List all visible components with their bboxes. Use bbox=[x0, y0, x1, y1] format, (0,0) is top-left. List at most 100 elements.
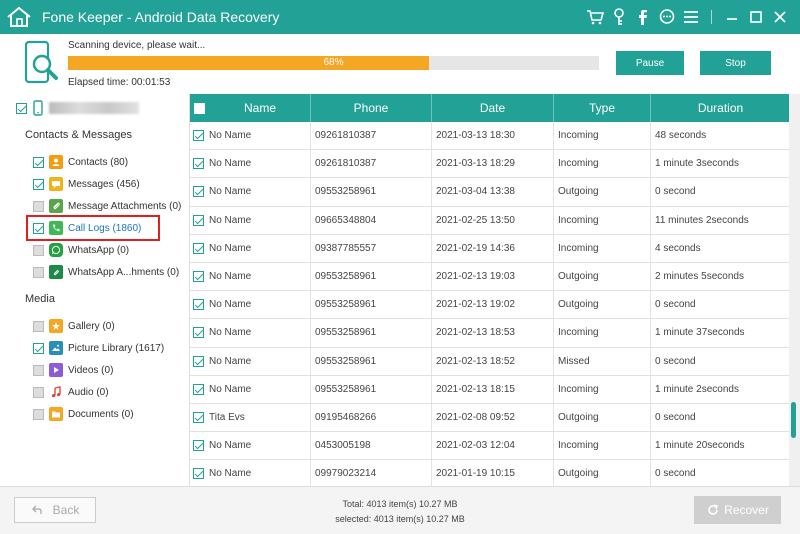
minimize-icon[interactable] bbox=[722, 7, 742, 27]
row-checkbox[interactable] bbox=[193, 158, 204, 170]
key-icon[interactable] bbox=[609, 7, 629, 27]
header-type[interactable]: Type bbox=[554, 94, 651, 122]
whatsapp-checkbox[interactable] bbox=[33, 244, 44, 256]
table-row[interactable]: No Name 09665348804 2021-02-25 13:50 Incomi… bbox=[190, 206, 789, 235]
category-gallery[interactable]: Gallery (0) bbox=[33, 317, 115, 335]
cell-type: Missed bbox=[554, 347, 651, 375]
select-all-checkbox[interactable] bbox=[194, 102, 205, 114]
whatsapp-attachments-label: WhatsApp A...hments (0) bbox=[68, 266, 180, 278]
table-row[interactable]: No Name 09553258961 2021-02-13 18:52 Missed… bbox=[190, 347, 789, 376]
menu-icon[interactable] bbox=[681, 7, 701, 27]
header-phone[interactable]: Phone bbox=[311, 94, 432, 122]
cell-phone: 09979023214 bbox=[311, 460, 432, 486]
whatsapp-attachments-checkbox[interactable] bbox=[33, 266, 44, 278]
cell-text-name: No Name bbox=[209, 186, 252, 198]
picture-library-label: Picture Library (1617) bbox=[68, 342, 165, 354]
message-attachments-checkbox[interactable] bbox=[33, 200, 44, 212]
cell-text-duration: 2 minutes 5seconds bbox=[655, 271, 744, 283]
table-row[interactable]: No Name 09553258961 2021-02-13 19:03 Outgoi… bbox=[190, 262, 789, 292]
row-checkbox[interactable] bbox=[193, 383, 204, 395]
cell-phone: 09553258961 bbox=[311, 291, 432, 319]
table-row[interactable]: No Name 09553258961 2021-02-13 18:53 Incomi… bbox=[190, 319, 789, 348]
table-scrollbar[interactable] bbox=[789, 94, 800, 486]
selected-count: selected: 4013 item(s) 10.27 MB bbox=[335, 514, 465, 524]
contacts-checkbox[interactable] bbox=[33, 156, 44, 168]
cell-text-type: Outgoing bbox=[558, 299, 599, 311]
row-checkbox[interactable] bbox=[193, 130, 204, 142]
category-whatsapp-attachments[interactable]: WhatsApp A...hments (0) bbox=[33, 263, 179, 281]
table-row[interactable]: No Name 0453005198 2021-02-03 12:04 Incomin… bbox=[190, 432, 789, 461]
row-checkbox[interactable] bbox=[193, 327, 204, 339]
header-date[interactable]: Date bbox=[432, 94, 554, 122]
scrollbar-thumb[interactable] bbox=[791, 402, 796, 438]
cell-type: Incoming bbox=[554, 234, 651, 262]
row-checkbox[interactable] bbox=[193, 242, 204, 254]
back-button[interactable]: Back bbox=[14, 497, 96, 523]
facebook-icon[interactable] bbox=[633, 7, 653, 27]
device-checkbox[interactable] bbox=[16, 102, 27, 114]
category-videos[interactable]: Videos (0) bbox=[33, 361, 113, 379]
cell-text-name: No Name bbox=[209, 383, 252, 395]
audio-checkbox[interactable] bbox=[33, 386, 44, 398]
cell-name: No Name bbox=[190, 347, 311, 375]
call-logs-highlight-box bbox=[26, 215, 160, 241]
table-row[interactable]: No Name 09261810387 2021-03-13 18:29 Incomi… bbox=[190, 150, 789, 179]
gallery-checkbox[interactable] bbox=[33, 320, 44, 332]
videos-label: Videos (0) bbox=[68, 364, 114, 376]
messages-checkbox[interactable] bbox=[33, 178, 44, 190]
home-icon[interactable] bbox=[6, 6, 32, 28]
videos-checkbox[interactable] bbox=[33, 364, 44, 376]
cell-text-phone: 09261810387 bbox=[315, 130, 377, 142]
select-all-cell[interactable] bbox=[190, 94, 210, 122]
total-count: Total: 4013 item(s) 10.27 MB bbox=[342, 499, 458, 509]
category-documents[interactable]: Documents (0) bbox=[33, 405, 134, 423]
row-checkbox[interactable] bbox=[193, 440, 204, 452]
cell-text-type: Outgoing bbox=[558, 186, 599, 198]
header-duration[interactable]: Duration bbox=[651, 94, 789, 122]
table-row[interactable]: No Name 09261810387 2021-03-13 18:30 Incomi… bbox=[190, 122, 789, 151]
row-checkbox[interactable] bbox=[193, 214, 204, 226]
close-icon[interactable] bbox=[770, 7, 790, 27]
stop-button[interactable]: Stop bbox=[700, 51, 771, 75]
row-checkbox[interactable] bbox=[193, 299, 204, 311]
cell-text-phone: 09665348804 bbox=[315, 214, 377, 226]
table-row[interactable]: No Name 09979023214 2021-01-19 10:15 Outgoi… bbox=[190, 460, 789, 486]
cell-text-type: Incoming bbox=[558, 242, 599, 254]
cell-text-type: Incoming bbox=[558, 327, 599, 339]
row-checkbox[interactable] bbox=[193, 271, 204, 283]
maximize-icon[interactable] bbox=[746, 7, 766, 27]
table-row[interactable]: No Name 09553258961 2021-02-13 18:15 Incomi… bbox=[190, 375, 789, 404]
table-row[interactable]: No Name 09387785557 2021-02-19 14:36 Incomi… bbox=[190, 234, 789, 263]
category-whatsapp[interactable]: WhatsApp (0) bbox=[33, 241, 129, 259]
row-checkbox[interactable] bbox=[193, 186, 204, 198]
table-row[interactable]: No Name 09553258961 2021-03-04 13:38 Outgoi… bbox=[190, 178, 789, 207]
cell-text-date: 2021-02-08 09:52 bbox=[436, 411, 515, 423]
cell-text-duration: 4 seconds bbox=[655, 242, 701, 254]
header-name[interactable]: Name bbox=[210, 94, 311, 122]
category-messages[interactable]: Messages (456) bbox=[33, 175, 140, 193]
category-message-attachments[interactable]: Message Attachments (0) bbox=[33, 197, 181, 215]
recover-button[interactable]: Recover bbox=[694, 496, 781, 524]
row-checkbox[interactable] bbox=[193, 411, 204, 423]
cell-date: 2021-02-03 12:04 bbox=[432, 432, 554, 460]
cell-text-type: Missed bbox=[558, 355, 590, 367]
pause-button[interactable]: Pause bbox=[616, 51, 684, 75]
picture-library-checkbox[interactable] bbox=[33, 342, 44, 354]
category-picture-library[interactable]: Picture Library (1617) bbox=[33, 339, 164, 357]
chat-icon[interactable] bbox=[657, 7, 677, 27]
attachment-icon bbox=[49, 199, 63, 213]
table-row[interactable]: Tita Evs 09195468266 2021-02-08 09:52 Outgo… bbox=[190, 403, 789, 433]
row-checkbox[interactable] bbox=[193, 468, 204, 480]
table-row[interactable]: No Name 09553258961 2021-02-13 19:02 Outgoi… bbox=[190, 291, 789, 320]
cell-phone: 09665348804 bbox=[311, 206, 432, 234]
cart-icon[interactable] bbox=[585, 7, 605, 27]
category-contacts[interactable]: Contacts (80) bbox=[33, 153, 128, 171]
row-checkbox[interactable] bbox=[193, 355, 204, 367]
cell-date: 2021-02-13 19:03 bbox=[432, 262, 554, 291]
cell-name: No Name bbox=[190, 319, 311, 347]
category-audio[interactable]: Audio (0) bbox=[33, 383, 109, 401]
device-row[interactable] bbox=[16, 100, 139, 116]
cell-text-date: 2021-02-03 12:04 bbox=[436, 440, 515, 452]
documents-checkbox[interactable] bbox=[33, 408, 44, 420]
title-bar: Fone Keeper - Android Data Recovery bbox=[0, 0, 800, 34]
